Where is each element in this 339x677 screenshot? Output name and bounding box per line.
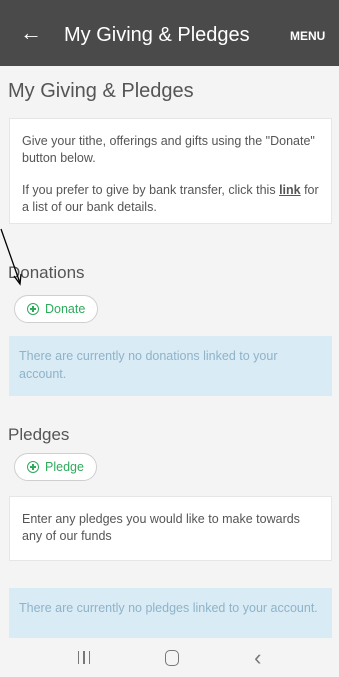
system-navigation-bar: ‹ [0,638,339,677]
intro-text: Give your tithe, offerings and gifts usi… [22,134,315,165]
pledge-button-label: Pledge [45,460,84,474]
recents-icon[interactable] [77,651,91,664]
app-header: ← My Giving & Pledges MENU [0,0,339,66]
pledges-info-card: Enter any pledges you would like to make… [9,496,332,561]
plus-circle-icon [27,461,39,473]
pledges-info-text: Enter any pledges you would like to make… [22,512,300,543]
chevron-left-icon[interactable]: ‹ [254,646,261,669]
main-content: My Giving & Pledges Give your tithe, off… [0,66,339,638]
pledge-button[interactable]: Pledge [14,453,97,481]
donate-button-label: Donate [45,302,86,316]
pledges-heading: Pledges [8,425,70,444]
bank-transfer-text: If you prefer to give by bank transfer, … [22,182,319,216]
pledges-empty-alert: There are currently no pledges linked to… [9,588,332,638]
menu-button[interactable]: MENU [290,29,325,43]
page-title: My Giving & Pledges [8,80,194,102]
bank-transfer-text-before: If you prefer to give by bank transfer, … [22,183,280,197]
donations-empty-text: There are currently no donations linked … [19,349,278,381]
header-title: My Giving & Pledges [64,24,250,46]
home-icon[interactable] [165,649,180,666]
plus-circle-icon [27,303,39,315]
pledges-empty-text: There are currently no pledges linked to… [19,601,318,615]
annotation-arrow [0,228,22,286]
donations-empty-alert: There are currently no donations linked … [9,336,332,396]
arrow-left-icon[interactable]: ← [20,22,42,44]
bank-details-link[interactable]: link [279,183,301,197]
donate-button[interactable]: Donate [14,295,99,323]
intro-card: Give your tithe, offerings and gifts usi… [9,118,332,224]
